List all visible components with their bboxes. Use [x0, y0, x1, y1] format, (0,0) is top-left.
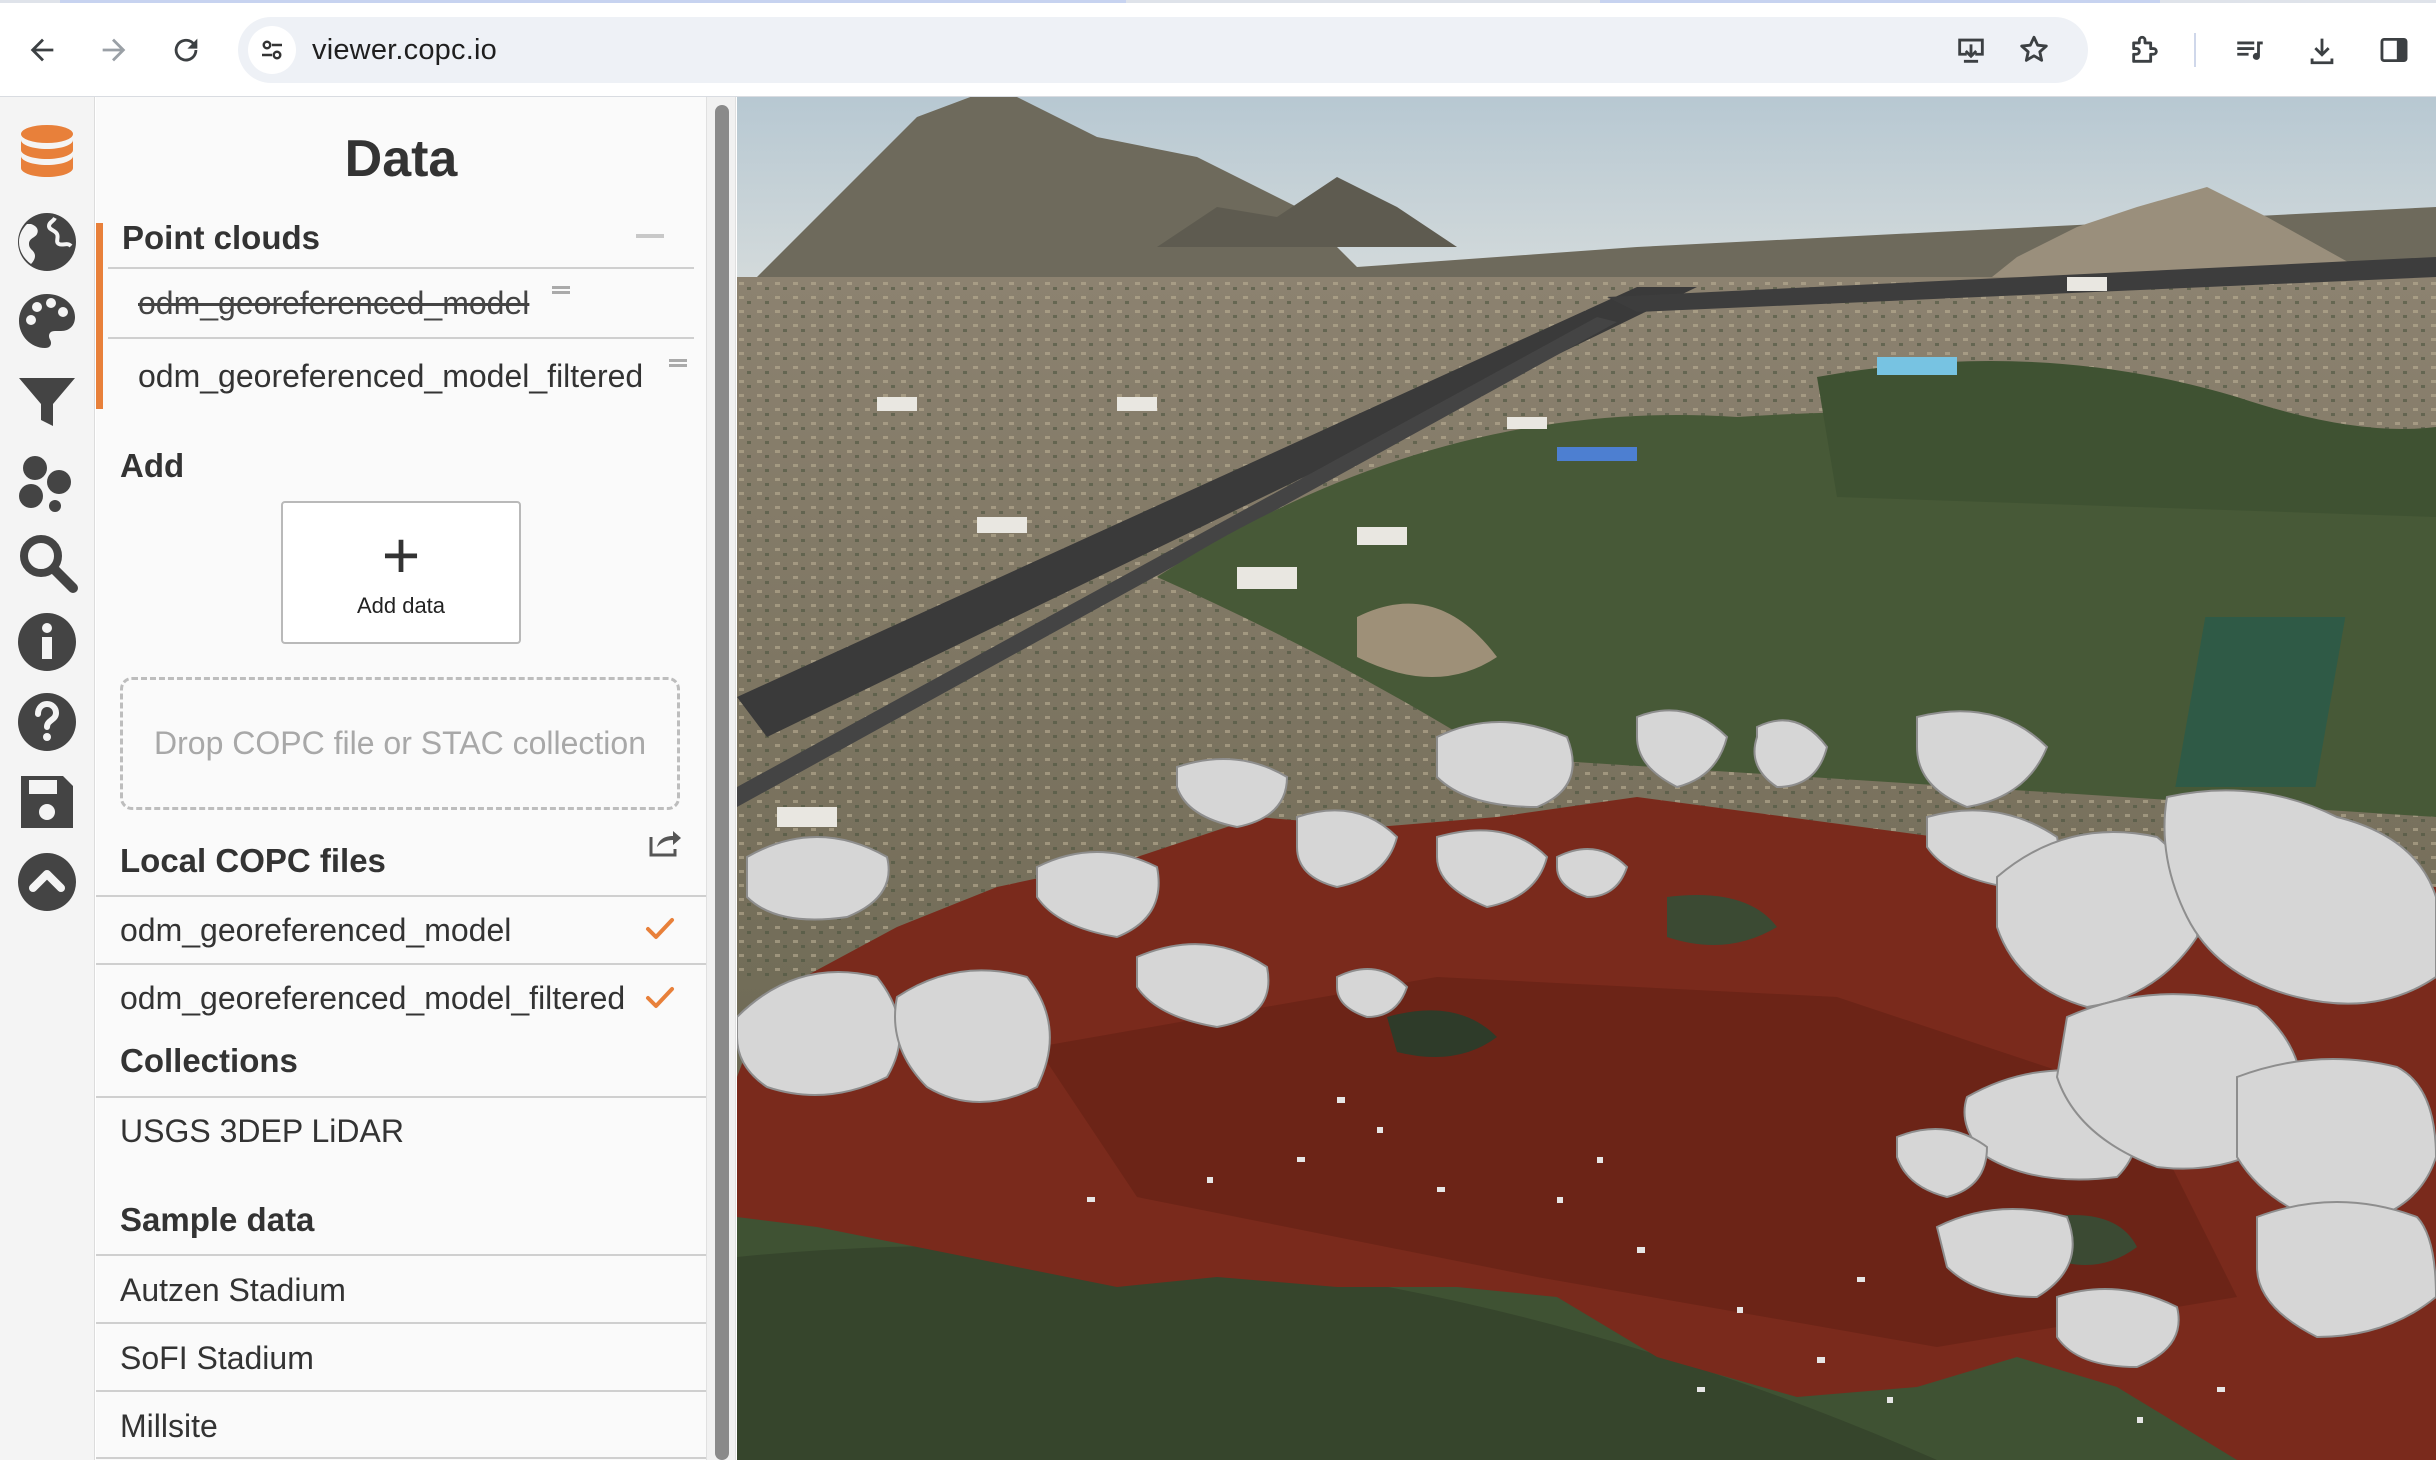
circles-icon	[19, 456, 71, 512]
plus-icon: +	[381, 518, 421, 592]
collections-header: Collections	[120, 1042, 298, 1079]
divider	[96, 1390, 706, 1392]
sample-data-item[interactable]: Autzen Stadium	[120, 1272, 346, 1309]
divider	[96, 1322, 706, 1324]
point-clouds-collapse-button[interactable]	[636, 234, 664, 238]
toolbar-separator	[2194, 33, 2196, 67]
check-icon[interactable]	[645, 985, 675, 1011]
divider	[96, 1457, 706, 1459]
star-icon	[2020, 35, 2048, 62]
chevron-up-icon	[18, 853, 76, 911]
tab-indicator	[60, 0, 1126, 3]
rail-scenes-button[interactable]	[10, 445, 84, 519]
forward-button[interactable]	[86, 22, 142, 78]
install-app-button[interactable]	[1949, 28, 1993, 72]
media-queue-icon	[2237, 41, 2263, 60]
rail-search-button[interactable]	[10, 525, 84, 599]
help-icon	[18, 693, 76, 751]
panel-title: Data	[344, 130, 458, 188]
rail-save-button[interactable]	[10, 765, 84, 839]
local-file-item[interactable]: odm_georeferenced_model	[120, 912, 511, 949]
divider	[108, 337, 694, 339]
add-data-label: Add data	[356, 593, 446, 618]
filter-icon	[19, 378, 75, 426]
puzzle-icon	[2132, 35, 2158, 63]
reload-button[interactable]	[158, 22, 214, 78]
divider	[108, 267, 694, 269]
point-cloud-scene	[737, 97, 2436, 1460]
divider	[96, 1254, 706, 1256]
3d-viewport[interactable]	[737, 97, 2436, 1460]
sample-data-item[interactable]: SoFI Stadium	[120, 1340, 314, 1377]
bookmark-button[interactable]	[2012, 28, 2056, 72]
download-icon	[2310, 38, 2334, 65]
layer-icon[interactable]	[552, 286, 570, 302]
rail-globe-button[interactable]	[10, 205, 84, 279]
tab-indicator	[1600, 0, 2160, 3]
browser-toolbar: viewer.copc.io	[0, 0, 2436, 97]
layer-icon[interactable]	[669, 359, 687, 375]
local-file-item[interactable]: odm_georeferenced_model_filtered	[120, 980, 625, 1017]
rail-collapse-button[interactable]	[10, 845, 84, 919]
info-icon	[18, 613, 76, 671]
reload-icon	[174, 38, 198, 62]
export-icon[interactable]	[647, 827, 683, 859]
drop-zone[interactable]: Drop COPC file or STAC collection	[120, 677, 680, 810]
rail-help-button[interactable]	[10, 685, 84, 759]
arrow-left-icon	[30, 38, 54, 62]
install-app-icon	[1958, 38, 1984, 63]
extensions-button[interactable]	[2117, 22, 2173, 78]
tab-strip-edge	[0, 0, 2436, 3]
sample-data-item[interactable]: Millsite	[120, 1408, 218, 1445]
rail-data-button[interactable]	[10, 115, 84, 189]
address-bar[interactable]: viewer.copc.io	[238, 17, 2088, 83]
point-clouds-accent	[96, 223, 103, 409]
url-text[interactable]: viewer.copc.io	[312, 17, 497, 83]
downloads-button[interactable]	[2294, 22, 2350, 78]
tool-rail	[0, 97, 95, 1460]
point-cloud-item-filtered[interactable]: odm_georeferenced_model_filtered	[138, 358, 643, 395]
add-data-button[interactable]: + Add data	[281, 501, 521, 644]
side-panel-button[interactable]	[2366, 22, 2422, 78]
point-clouds-header: Point clouds	[122, 219, 320, 256]
side-panel-icon	[2380, 37, 2408, 63]
back-button[interactable]	[14, 22, 70, 78]
search-icon	[20, 535, 78, 593]
rail-filter-button[interactable]	[10, 365, 84, 439]
arrow-right-icon	[102, 38, 126, 62]
panel-scrollbar[interactable]	[706, 97, 736, 1460]
rail-style-button[interactable]	[10, 285, 84, 359]
palette-icon	[19, 294, 75, 348]
local-files-header: Local COPC files	[120, 842, 386, 879]
divider	[96, 963, 706, 965]
tune-icon	[262, 40, 282, 60]
save-icon	[21, 776, 73, 828]
media-queue-button[interactable]	[2222, 22, 2278, 78]
check-icon[interactable]	[645, 916, 675, 942]
data-panel: Data Point clouds odm_georeferenced_mode…	[96, 97, 706, 1460]
sample-data-header: Sample data	[120, 1201, 315, 1238]
point-cloud-item-hidden[interactable]: odm_georeferenced_model	[138, 285, 529, 322]
site-info-button[interactable]	[248, 26, 296, 74]
divider	[96, 895, 706, 897]
collection-item[interactable]: USGS 3DEP LiDAR	[120, 1113, 404, 1150]
globe-icon	[18, 213, 76, 271]
database-icon	[21, 125, 73, 177]
rail-info-button[interactable]	[10, 605, 84, 679]
divider	[96, 1096, 706, 1098]
panel-scrollbar-thumb[interactable]	[715, 105, 729, 1460]
add-header: Add	[120, 447, 185, 484]
